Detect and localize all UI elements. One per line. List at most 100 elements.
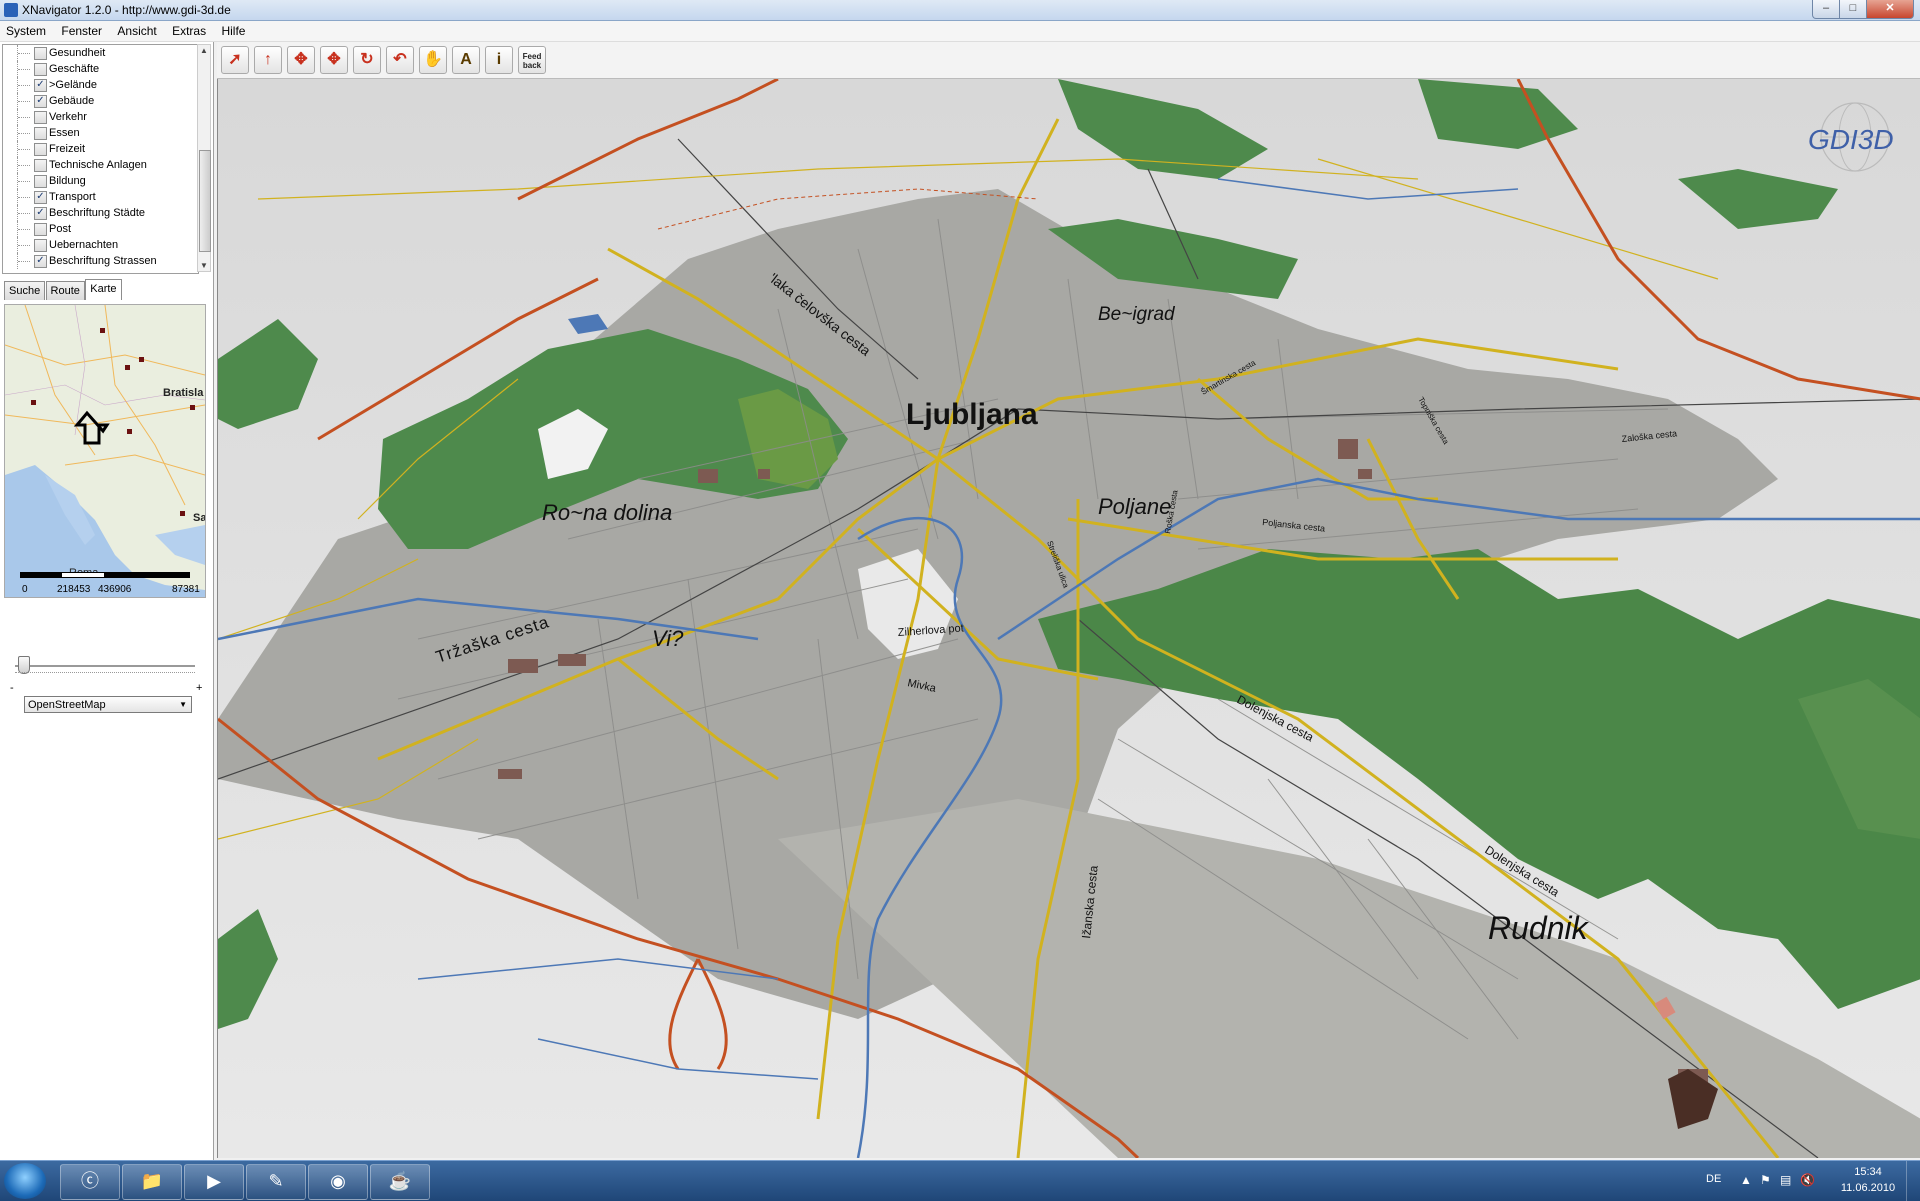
close-button[interactable]: ✕ <box>1866 0 1914 19</box>
scroll-up-icon[interactable]: ▲ <box>200 46 208 55</box>
show-desktop-button[interactable] <box>1906 1161 1920 1201</box>
layer-item[interactable]: Essen <box>3 125 198 141</box>
layer-checkbox[interactable]: ✓ <box>34 95 47 108</box>
tree-guide-line <box>17 157 34 173</box>
language-indicator[interactable]: DE <box>1706 1173 1721 1185</box>
layer-item[interactable]: Uebernachten <box>3 237 198 253</box>
layer-checkbox[interactable]: ✓ <box>34 207 47 220</box>
tree-guide-line <box>17 125 34 141</box>
layer-item[interactable]: Technische Anlagen <box>3 157 198 173</box>
volume-muted-icon[interactable]: 🔇 <box>1800 1173 1815 1187</box>
menu-hilfe[interactable]: Hilfe <box>215 21 251 41</box>
layer-checkbox[interactable] <box>34 175 47 188</box>
layer-checkbox[interactable] <box>34 111 47 124</box>
tool-move-forward[interactable]: ➚ <box>221 46 249 74</box>
layer-label: Beschriftung Städte <box>49 207 146 219</box>
scrollbar-thumb[interactable] <box>199 150 211 252</box>
menu-ansicht[interactable]: Ansicht <box>111 21 162 41</box>
layer-checkbox[interactable] <box>34 159 47 172</box>
flag-icon[interactable]: ⚑ <box>1760 1173 1771 1187</box>
overview-map[interactable]: Bratisla Sa Roma <box>4 304 206 598</box>
media-player-icon: ▶ <box>207 1171 221 1191</box>
tool-rotate[interactable]: ↻ <box>353 46 381 74</box>
tab-karte[interactable]: Karte <box>85 279 122 300</box>
tool-hand[interactable]: ✋ <box>419 46 447 74</box>
zoom-slider[interactable] <box>10 656 200 680</box>
feedback-button[interactable]: Feed back <box>518 46 546 74</box>
layer-checkbox[interactable]: ✓ <box>34 255 47 268</box>
taskbar-paint[interactable]: ✎ <box>246 1164 306 1200</box>
layer-checkbox[interactable] <box>34 223 47 236</box>
layer-item[interactable]: Post <box>3 221 198 237</box>
layer-checkbox[interactable] <box>34 239 47 252</box>
tool-pan-all[interactable]: ✥ <box>320 46 348 74</box>
maximize-button[interactable]: □ <box>1839 0 1867 19</box>
paint-icon: ✎ <box>268 1171 284 1191</box>
tree-guide-line <box>17 189 34 205</box>
layer-item[interactable]: ✓ Transport <box>3 189 198 205</box>
place-label-bezigrad: Be~igrad <box>1098 304 1176 325</box>
scale-label-3: 87381 <box>172 584 200 595</box>
clock[interactable]: 15:34 11.06.2010 <box>1838 1164 1898 1196</box>
tool-back[interactable]: ↶ <box>386 46 414 74</box>
layer-item[interactable]: Gesundheit <box>3 45 198 61</box>
start-button[interactable] <box>4 1163 46 1199</box>
network-icon[interactable]: ▤ <box>1780 1173 1791 1187</box>
layer-item[interactable]: ✓ Gebäude <box>3 93 198 109</box>
scale-bar <box>20 572 190 578</box>
map-3d-viewport[interactable]: GDI3D Ljubljana Be~igrad Ro~na dolina Po… <box>217 79 1920 1158</box>
taskbar-firefox[interactable]: ◉ <box>308 1164 368 1200</box>
tool-move-up[interactable]: ↑ <box>254 46 282 74</box>
tool-pan-horizontal[interactable]: ✥ <box>287 46 315 74</box>
layer-item[interactable]: Geschäfte <box>3 61 198 77</box>
layer-item[interactable]: Bildung <box>3 173 198 189</box>
layer-label: Verkehr <box>49 111 87 123</box>
layer-tree-scrollbar[interactable]: ▲ ▼ <box>197 44 211 272</box>
layer-checkbox[interactable] <box>34 63 47 76</box>
tree-guide-line <box>17 221 34 237</box>
minimize-button[interactable]: – <box>1812 0 1840 19</box>
windows-taskbar: ⓒ 📁 ▶ ✎ ◉ ☕ DE ▲ ⚑ ▤ 🔇 15:34 11.06.2010 <box>0 1160 1920 1201</box>
scale-label-2: 436906 <box>98 584 132 595</box>
tree-guide-line <box>17 45 34 61</box>
tab-route[interactable]: Route <box>45 281 85 300</box>
tool-text[interactable]: A <box>452 46 480 74</box>
layer-checkbox[interactable]: ✓ <box>34 79 47 92</box>
scroll-down-icon[interactable]: ▼ <box>200 261 208 270</box>
layer-checkbox[interactable] <box>34 47 47 60</box>
firefox-icon: ◉ <box>330 1171 346 1191</box>
taskbar-internet-explorer[interactable]: ⓒ <box>60 1164 120 1200</box>
clock-time: 15:34 <box>1854 1166 1882 1178</box>
app-icon <box>4 3 18 17</box>
java-icon: ☕ <box>388 1171 412 1191</box>
menu-system[interactable]: System <box>0 21 52 41</box>
menu-fenster[interactable]: Fenster <box>55 21 108 41</box>
layer-checkbox[interactable] <box>34 143 47 156</box>
layer-item[interactable]: ✓ >Gelände <box>3 77 198 93</box>
rotate-icon: ↻ <box>360 51 374 68</box>
return-arrow-icon: ↶ <box>393 51 407 68</box>
layer-item[interactable]: ✓ Beschriftung Städte <box>3 205 198 221</box>
layer-item[interactable]: Freizeit <box>3 141 198 157</box>
zoom-minus-label: - <box>10 682 14 694</box>
place-label-poljane: Poljane <box>1098 494 1171 519</box>
layer-label: Bildung <box>49 175 86 187</box>
tab-suche[interactable]: Suche <box>4 281 46 300</box>
tool-info[interactable]: i <box>485 46 513 74</box>
taskbar-media-player[interactable]: ▶ <box>184 1164 244 1200</box>
left-panel: Gesundheit Geschäfte ✓ >Gelände ✓ Gebäude Verk… <box>0 42 214 1160</box>
system-tray: DE ▲ ⚑ ▤ 🔇 15:34 11.06.2010 <box>1700 1161 1920 1201</box>
layer-tree: Gesundheit Geschäfte ✓ >Gelände ✓ Gebäude Verk… <box>2 44 199 274</box>
layer-checkbox[interactable]: ✓ <box>34 191 47 204</box>
taskbar-explorer[interactable]: 📁 <box>122 1164 182 1200</box>
layer-item[interactable]: ✓ Beschriftung Strassen <box>3 253 198 269</box>
panel-tabs: Suche Route Karte <box>4 279 122 301</box>
layer-checkbox[interactable] <box>34 127 47 140</box>
menu-extras[interactable]: Extras <box>166 21 212 41</box>
map-source-select[interactable]: OpenStreetMap ▼ <box>24 696 192 713</box>
taskbar-java[interactable]: ☕ <box>370 1164 430 1200</box>
layer-item[interactable]: Verkehr <box>3 109 198 125</box>
show-hidden-icons-icon[interactable]: ▲ <box>1740 1173 1752 1187</box>
forward-arrow-icon: ➚ <box>228 51 242 68</box>
chevron-down-icon: ▼ <box>179 700 187 709</box>
